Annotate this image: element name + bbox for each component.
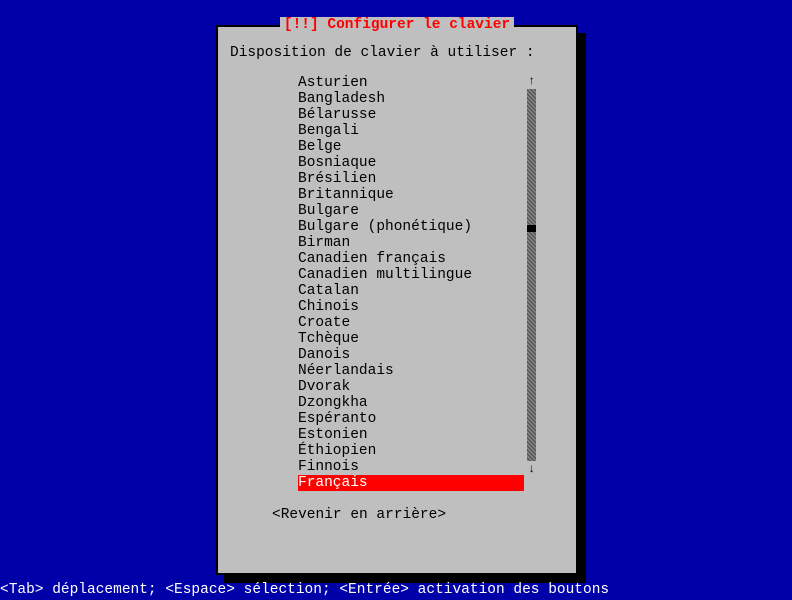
list-item[interactable]: Canadien français [298,251,524,267]
list-item[interactable]: Estonien [298,427,524,443]
list-item[interactable]: Asturien [298,75,524,91]
list-item[interactable]: Croate [298,315,524,331]
scrollbar-thumb[interactable] [527,225,536,232]
layout-list[interactable]: AsturienBangladeshBélarusseBengaliBelgeB… [298,75,524,491]
list-item[interactable]: Bulgare (phonétique) [298,219,524,235]
list-item[interactable]: Néerlandais [298,363,524,379]
list-item[interactable]: Britannique [298,187,524,203]
list-item[interactable]: Catalan [298,283,524,299]
list-item[interactable]: Danois [298,347,524,363]
footer-help: <Tab> déplacement; <Espace> sélection; <… [0,582,609,598]
list-item[interactable]: Bengali [298,123,524,139]
list-item[interactable]: Espéranto [298,411,524,427]
keyboard-config-dialog: [!!] Configurer le clavier Disposition d… [216,25,578,575]
list-item[interactable]: Finnois [298,459,524,475]
prompt-label: Disposition de clavier à utiliser : [230,45,566,61]
scroll-down-icon[interactable]: ↓ [527,463,536,475]
list-item[interactable]: Éthiopien [298,443,524,459]
list-item[interactable]: Belge [298,139,524,155]
list-item[interactable]: Bulgare [298,203,524,219]
list-item[interactable]: Dzongkha [298,395,524,411]
list-item[interactable]: Chinois [298,299,524,315]
list-item[interactable]: Bélarusse [298,107,524,123]
list-item[interactable]: Bosniaque [298,155,524,171]
list-item[interactable]: Tchèque [298,331,524,347]
scrollbar-track[interactable] [527,89,536,461]
list-item[interactable]: Français [298,475,524,491]
back-button[interactable]: <Revenir en arrière> [272,507,566,523]
scroll-up-icon[interactable]: ↑ [527,75,536,87]
list-item[interactable]: Dvorak [298,379,524,395]
list-item[interactable]: Birman [298,235,524,251]
list-item[interactable]: Brésilien [298,171,524,187]
list-item[interactable]: Canadien multilingue [298,267,524,283]
scrollbar[interactable]: ↑ ↓ [527,75,536,491]
list-item[interactable]: Bangladesh [298,91,524,107]
